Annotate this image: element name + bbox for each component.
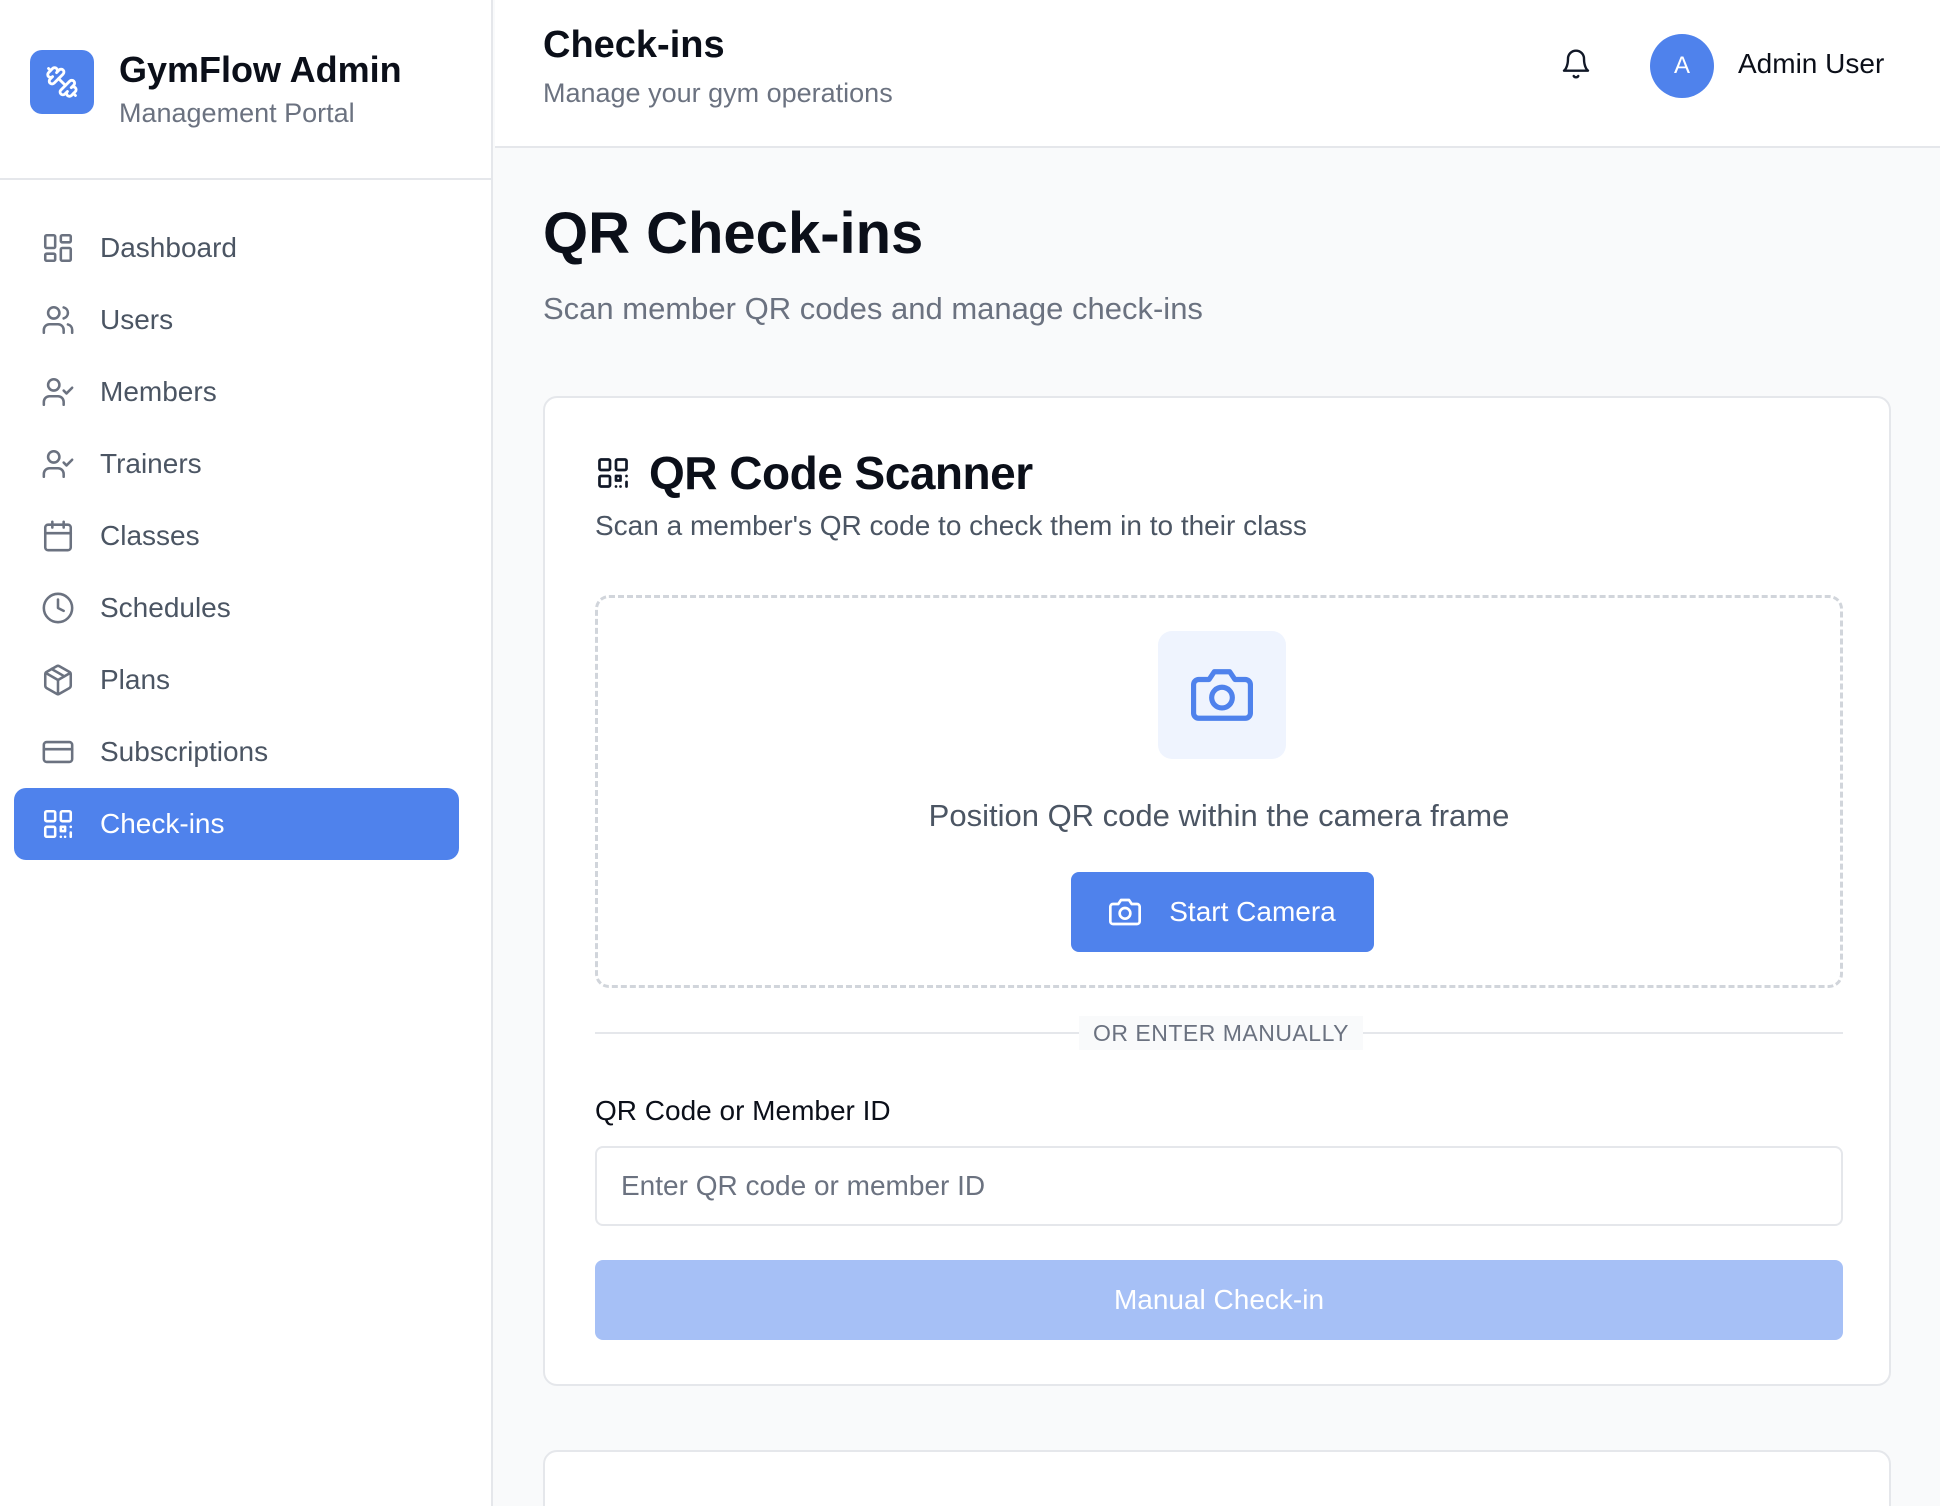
sidebar-item-schedules[interactable]: Schedules [14,572,459,644]
header-title: Check-ins [543,24,725,66]
page-subtitle: Scan member QR codes and manage check-in… [543,291,1203,326]
brand-title: GymFlow Admin [119,49,402,90]
clock-icon [40,590,76,626]
qr-scanner-card: QR Code Scanner Scan a member's QR code … [543,396,1891,1386]
sidebar-item-members[interactable]: Members [14,356,459,428]
sidebar-item-check-ins[interactable]: Check-ins [14,788,459,860]
camera-icon [1158,631,1286,759]
secondary-card [543,1450,1891,1506]
sidebar: GymFlow Admin Management Portal Dashboar… [0,0,493,1506]
user-name[interactable]: Admin User [1738,48,1884,80]
start-camera-label: Start Camera [1169,896,1336,927]
sidebar-item-classes[interactable]: Classes [14,500,459,572]
brand-subtitle: Management Portal [119,98,355,128]
user-check-icon [40,374,76,410]
scanner-title: QR Code Scanner [649,447,1033,499]
sidebar-item-users[interactable]: Users [14,284,459,356]
main-content: QR Check-ins Scan member QR codes and ma… [495,148,1940,1506]
sidebar-item-plans[interactable]: Plans [14,644,459,716]
dumbbell-icon [30,50,94,114]
qr-code-input[interactable] [595,1146,1843,1226]
calendar-icon [40,518,76,554]
scan-hint: Position QR code within the camera frame [928,798,1510,833]
page-title: QR Check-ins [543,201,924,266]
bell-icon[interactable] [1558,46,1594,82]
sidebar-item-trainers[interactable]: Trainers [14,428,459,500]
camera-frame: Position QR code within the camera frame… [595,595,1843,988]
sidebar-item-dashboard[interactable]: Dashboard [14,212,459,284]
sidebar-item-label: Classes [100,520,200,551]
sidebar-item-label: Trainers [100,448,202,479]
start-camera-button[interactable]: Start Camera [1071,872,1374,952]
package-icon [40,662,76,698]
sidebar-nav: Dashboard Users Members Trainers Classes [0,180,491,860]
scrollbar[interactable] [1940,0,1950,1506]
manual-check-in-button[interactable]: Manual Check-in [595,1260,1843,1340]
camera-icon [1109,896,1142,928]
header-subtitle: Manage your gym operations [543,78,893,108]
scanner-subtitle: Scan a member's QR code to check them in… [595,510,1307,541]
qr-field-label: QR Code or Member ID [595,1095,891,1126]
avatar[interactable]: A [1650,34,1714,98]
sidebar-item-subscriptions[interactable]: Subscriptions [14,716,459,788]
qr-code-icon [595,455,631,491]
users-icon [40,302,76,338]
sidebar-item-label: Schedules [100,592,231,623]
sidebar-item-label: Members [100,376,217,407]
sidebar-item-label: Users [100,304,174,335]
user-check-icon [40,446,76,482]
qr-code-icon [40,806,76,842]
credit-card-icon [40,734,76,770]
sidebar-item-label: Dashboard [100,232,237,263]
top-header: Check-ins Manage your gym operations A A… [495,0,1940,148]
sidebar-item-label: Check-ins [100,808,225,839]
sidebar-item-label: Subscriptions [100,736,269,767]
sidebar-item-label: Plans [100,664,171,695]
divider-text: OR ENTER MANUALLY [1079,1016,1363,1050]
brand-header: GymFlow Admin Management Portal [0,0,491,180]
layout-grid-icon [40,230,76,266]
